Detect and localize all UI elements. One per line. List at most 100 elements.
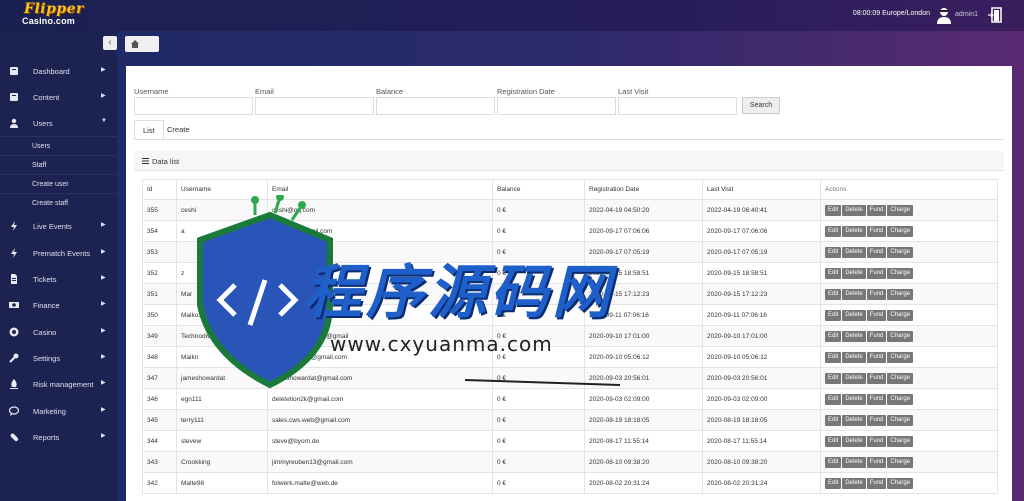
- edit-button[interactable]: Edit: [825, 267, 842, 279]
- delete-button[interactable]: Delete: [842, 309, 866, 321]
- column-header-id[interactable]: Id: [142, 179, 177, 200]
- edit-button[interactable]: Edit: [825, 309, 842, 321]
- username-input[interactable]: [134, 97, 253, 115]
- user-avatar-icon[interactable]: [936, 7, 952, 24]
- charge-button[interactable]: Charge: [887, 330, 914, 342]
- fund-button[interactable]: Fund: [866, 435, 887, 447]
- charge-button[interactable]: Charge: [887, 309, 914, 321]
- sidebar-collapse-button[interactable]: ‹: [103, 36, 117, 50]
- sidebar-subitem-users[interactable]: Users: [0, 136, 117, 155]
- fund-button[interactable]: Fund: [866, 372, 887, 384]
- sidebar-item-tickets[interactable]: Tickets ▶: [0, 266, 117, 292]
- fund-button[interactable]: Fund: [866, 246, 887, 258]
- sidebar-item-finance[interactable]: Finance ▶: [0, 292, 117, 318]
- charge-button[interactable]: Charge: [887, 267, 914, 279]
- delete-button[interactable]: Delete: [842, 351, 866, 363]
- search-button[interactable]: Search: [742, 97, 780, 114]
- cell-last-visit: 2020-09-03 20:56:01: [702, 367, 821, 389]
- sidebar-item-users[interactable]: Users ▼: [0, 110, 117, 136]
- charge-button[interactable]: Charge: [887, 393, 914, 405]
- edit-button[interactable]: Edit: [825, 477, 842, 489]
- sidebar-subitem-create-staff[interactable]: Create staff: [0, 193, 117, 212]
- fund-button[interactable]: Fund: [866, 414, 887, 426]
- sidebar-item-prematch-events[interactable]: Prematch Events ▶: [0, 240, 117, 266]
- admin-username[interactable]: admin1: [955, 11, 978, 18]
- column-header-username[interactable]: Username: [176, 179, 268, 200]
- charge-button[interactable]: Charge: [887, 204, 914, 216]
- wrench-icon: [9, 353, 19, 363]
- logo[interactable]: Flipper Casino.com: [20, 2, 100, 29]
- column-header-email[interactable]: Email: [267, 179, 493, 200]
- sidebar-item-marketing[interactable]: Marketing ▶: [0, 398, 117, 424]
- delete-button[interactable]: Delete: [842, 330, 866, 342]
- fund-button[interactable]: Fund: [866, 267, 887, 279]
- edit-button[interactable]: Edit: [825, 435, 842, 447]
- delete-button[interactable]: Delete: [842, 477, 866, 489]
- edit-button[interactable]: Edit: [825, 246, 842, 258]
- chevron-right-icon: ▶: [101, 93, 106, 99]
- cell-actions: Edit Delete Fund Charge: [820, 430, 998, 452]
- column-header-registration-date[interactable]: Registration Date: [584, 179, 703, 200]
- edit-button[interactable]: Edit: [825, 414, 842, 426]
- logout-icon[interactable]: [988, 7, 1002, 23]
- sidebar-item-dashboard[interactable]: Dashboard ▶: [0, 58, 117, 84]
- sidebar-item-content[interactable]: Content ▶: [0, 84, 117, 110]
- fund-button[interactable]: Fund: [866, 309, 887, 321]
- delete-button[interactable]: Delete: [842, 246, 866, 258]
- file-icon: [11, 274, 17, 284]
- edit-button[interactable]: Edit: [825, 351, 842, 363]
- fund-button[interactable]: Fund: [866, 456, 887, 468]
- delete-button[interactable]: Delete: [842, 204, 866, 216]
- sidebar-item-casino[interactable]: Casino ▶: [0, 319, 117, 345]
- balance-input[interactable]: [376, 97, 495, 115]
- sidebar-item-label: Tickets: [33, 275, 57, 284]
- sidebar-item-settings[interactable]: Settings ▶: [0, 345, 117, 371]
- delete-button[interactable]: Delete: [842, 372, 866, 384]
- cell-actions: Edit Delete Fund Charge: [820, 346, 998, 368]
- edit-button[interactable]: Edit: [825, 204, 842, 216]
- cell-username: jameshowardat: [176, 367, 268, 389]
- breadcrumb[interactable]: [125, 36, 159, 52]
- delete-button[interactable]: Delete: [842, 393, 866, 405]
- delete-button[interactable]: Delete: [842, 435, 866, 447]
- sidebar-subitem-create-user[interactable]: Create user: [0, 174, 117, 193]
- edit-button[interactable]: Edit: [825, 393, 842, 405]
- charge-button[interactable]: Charge: [887, 246, 914, 258]
- edit-button[interactable]: Edit: [825, 225, 842, 237]
- delete-button[interactable]: Delete: [842, 267, 866, 279]
- delete-button[interactable]: Delete: [842, 225, 866, 237]
- charge-button[interactable]: Charge: [887, 414, 914, 426]
- charge-button[interactable]: Charge: [887, 477, 914, 489]
- delete-button[interactable]: Delete: [842, 288, 866, 300]
- edit-button[interactable]: Edit: [825, 330, 842, 342]
- fund-button[interactable]: Fund: [866, 393, 887, 405]
- fund-button[interactable]: Fund: [866, 477, 887, 489]
- fund-button[interactable]: Fund: [866, 204, 887, 216]
- fund-button[interactable]: Fund: [866, 330, 887, 342]
- charge-button[interactable]: Charge: [887, 372, 914, 384]
- column-header-last-visit[interactable]: Last Visit: [702, 179, 821, 200]
- delete-button[interactable]: Delete: [842, 456, 866, 468]
- sidebar-subitem-staff[interactable]: Staff: [0, 155, 117, 174]
- sidebar-item-risk-management[interactable]: Risk management ▶: [0, 371, 117, 397]
- fund-button[interactable]: Fund: [866, 351, 887, 363]
- column-header-balance[interactable]: Balance: [492, 179, 585, 200]
- charge-button[interactable]: Charge: [887, 351, 914, 363]
- fund-button[interactable]: Fund: [866, 225, 887, 237]
- charge-button[interactable]: Charge: [887, 288, 914, 300]
- sidebar-item-live-events[interactable]: Live Events ▶: [0, 213, 117, 239]
- edit-button[interactable]: Edit: [825, 288, 842, 300]
- edit-button[interactable]: Edit: [825, 372, 842, 384]
- last-visit-input[interactable]: [618, 97, 737, 115]
- charge-button[interactable]: Charge: [887, 435, 914, 447]
- edit-button[interactable]: Edit: [825, 456, 842, 468]
- cell-id: 344: [142, 430, 177, 452]
- sidebar-item-reports[interactable]: Reports ▶: [0, 424, 117, 450]
- charge-button[interactable]: Charge: [887, 456, 914, 468]
- registration-date-input[interactable]: [497, 97, 616, 115]
- charge-button[interactable]: Charge: [887, 225, 914, 237]
- tab-create[interactable]: Create: [159, 120, 198, 140]
- email-input[interactable]: [255, 97, 374, 115]
- fund-button[interactable]: Fund: [866, 288, 887, 300]
- delete-button[interactable]: Delete: [842, 414, 866, 426]
